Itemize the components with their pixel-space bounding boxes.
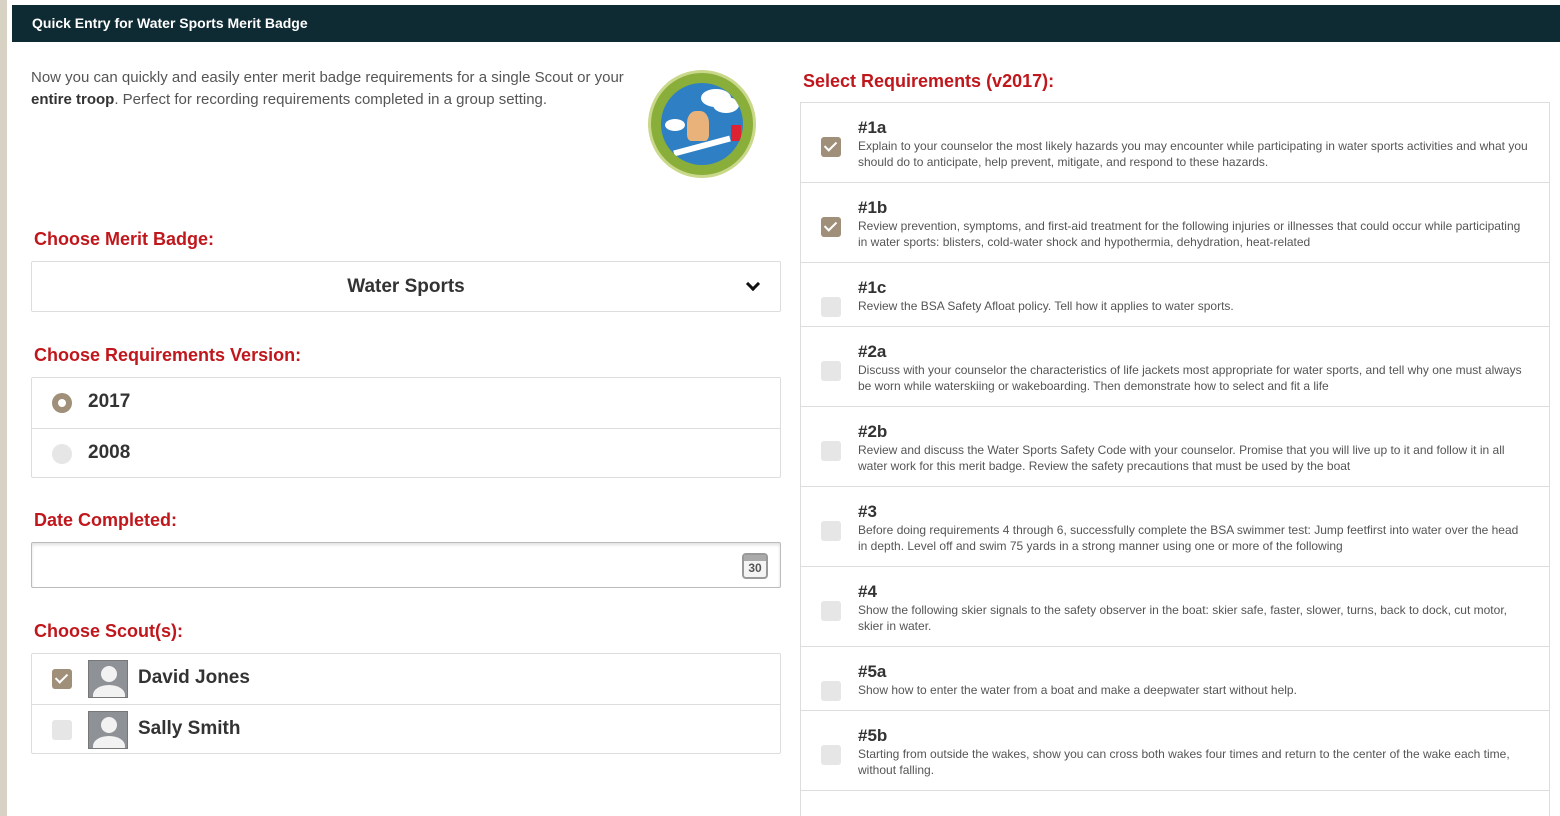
choose-version-label: Choose Requirements Version: [34, 345, 302, 365]
version-option-2008[interactable]: 2008 [32, 428, 780, 478]
requirements-list: #1a Explain to your counselor the most l… [800, 102, 1550, 816]
requirement-checkbox[interactable] [821, 441, 841, 461]
requirement-checkbox[interactable] [821, 297, 841, 317]
requirement-item[interactable]: #4 Show the following skier signals to t… [801, 567, 1549, 647]
scout-checkbox-david-jones[interactable] [52, 669, 72, 689]
requirement-checkbox[interactable] [821, 521, 841, 541]
water-sports-badge-icon [648, 70, 756, 178]
requirement-item[interactable]: #1a Explain to your counselor the most l… [801, 103, 1549, 183]
chevron-down-icon [745, 276, 761, 292]
requirement-number: #1c [858, 278, 887, 297]
version-label-2017: 2017 [88, 391, 131, 412]
requirement-number: #2a [858, 342, 887, 361]
intro-text: Now you can quickly and easily enter mer… [31, 67, 641, 111]
scout-row-david-jones[interactable]: David Jones [32, 654, 780, 704]
requirement-number: #2b [858, 422, 888, 441]
requirement-text: Show how to enter the water from a boat … [858, 683, 1297, 697]
version-option-2017[interactable]: 2017 [32, 378, 780, 428]
calendar-icon[interactable]: 30 [742, 553, 768, 579]
calendar-day: 30 [748, 561, 762, 575]
version-label-2008: 2008 [88, 442, 131, 463]
requirement-number: #3 [858, 502, 877, 521]
avatar-icon [88, 660, 128, 698]
page-header: Quick Entry for Water Sports Merit Badge [12, 5, 1560, 42]
date-completed-field[interactable]: 30 [31, 542, 781, 588]
intro-text-before: Now you can quickly and easily enter mer… [31, 69, 624, 86]
radio-2017[interactable] [52, 393, 72, 413]
requirement-item[interactable]: #5b Starting from outside the wakes, sho… [801, 711, 1549, 791]
radio-2008[interactable] [52, 444, 72, 464]
merit-badge-selected: Water Sports [347, 276, 465, 297]
requirement-number: #5b [858, 726, 888, 745]
date-completed-label: Date Completed: [34, 510, 178, 530]
requirement-text: Explain to your counselor the most likel… [858, 139, 1528, 169]
requirements-title: Select Requirements (v2017): [803, 71, 1055, 91]
requirement-text: Review prevention, symptoms, and first-a… [858, 219, 1521, 249]
requirement-item[interactable]: #1b Review prevention, symptoms, and fir… [801, 183, 1549, 263]
choose-badge-label: Choose Merit Badge: [34, 229, 215, 249]
requirement-number: #4 [858, 582, 877, 601]
requirement-checkbox[interactable] [821, 601, 841, 621]
requirement-text: Starting from outside the wakes, show yo… [858, 747, 1510, 777]
requirement-item[interactable]: #5a Show how to enter the water from a b… [801, 647, 1549, 711]
requirement-checkbox[interactable] [821, 361, 841, 381]
requirement-checkbox[interactable] [821, 745, 841, 765]
intro-text-bold: entire troop [31, 91, 115, 108]
requirement-number: #1a [858, 118, 887, 137]
scout-row-sally-smith[interactable]: Sally Smith [32, 704, 780, 754]
version-radio-group: 2017 2008 [31, 377, 781, 478]
requirement-text: Review the BSA Safety Afloat policy. Tel… [858, 299, 1234, 313]
requirement-number: #1b [858, 198, 888, 217]
requirement-item[interactable]: #2a Discuss with your counselor the char… [801, 327, 1549, 407]
requirement-text: Before doing requirements 4 through 6, s… [858, 523, 1519, 553]
scout-name: Sally Smith [138, 718, 241, 739]
requirement-checkbox[interactable] [821, 217, 841, 237]
scout-name: David Jones [138, 667, 250, 688]
choose-scouts-label: Choose Scout(s): [34, 621, 184, 641]
page-title: Quick Entry for Water Sports Merit Badge [32, 15, 308, 31]
intro-text-after: . Perfect for recording requirements com… [114, 91, 548, 108]
scout-checkbox-sally-smith[interactable] [52, 720, 72, 740]
requirement-text: Review and discuss the Water Sports Safe… [858, 443, 1505, 473]
requirement-number: #5a [858, 662, 887, 681]
scouts-list: David Jones Sally Smith [31, 653, 781, 754]
requirement-checkbox[interactable] [821, 681, 841, 701]
avatar-icon [88, 711, 128, 749]
requirement-checkbox[interactable] [821, 137, 841, 157]
requirement-text: Discuss with your counselor the characte… [858, 363, 1522, 393]
requirement-text: Show the following skier signals to the … [858, 603, 1507, 633]
merit-badge-select[interactable]: Water Sports [31, 261, 781, 312]
requirement-item[interactable]: #1c Review the BSA Safety Afloat policy.… [801, 263, 1549, 327]
left-rail [0, 0, 7, 816]
requirement-item[interactable]: #3 Before doing requirements 4 through 6… [801, 487, 1549, 567]
requirement-item[interactable]: #2b Review and discuss the Water Sports … [801, 407, 1549, 487]
